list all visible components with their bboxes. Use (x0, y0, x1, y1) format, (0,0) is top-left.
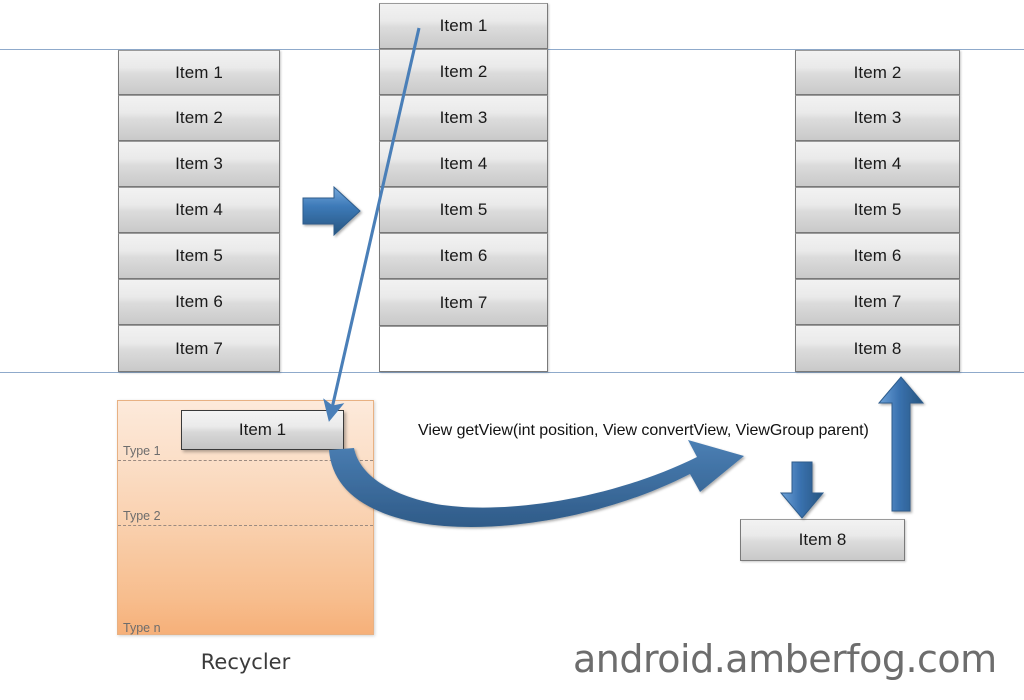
recycled-view-chip[interactable]: Item 1 (181, 410, 344, 450)
list-item[interactable]: Item 2 (118, 95, 280, 141)
list-item[interactable]: Item 2 (379, 49, 548, 95)
list-item[interactable]: Item 2 (795, 50, 960, 95)
list-item[interactable]: Item 7 (795, 279, 960, 325)
empty-list-slot[interactable] (379, 326, 548, 372)
recycler-type-label-2: Type 2 (123, 509, 161, 523)
list-item[interactable]: Item 5 (118, 233, 280, 279)
recycler-type-label-n: Type n (123, 621, 161, 635)
scroll-right-arrow-icon (302, 185, 361, 237)
getview-signature-label: View getView(int position, View convertV… (418, 422, 869, 439)
recycler-caption: Recycler (200, 650, 291, 674)
list-item[interactable]: Item 3 (118, 141, 280, 187)
recycler-type-divider (118, 525, 373, 526)
convertview-reuse-arrow-icon (329, 440, 744, 527)
recycler-type-label-1: Type 1 (123, 444, 161, 458)
site-watermark: android.amberfog.com (573, 637, 997, 681)
list-item[interactable]: Item 7 (118, 325, 280, 372)
list-item[interactable]: Item 5 (379, 187, 548, 233)
diagram-canvas: Item 1 Item 2 Item 3 Item 4 Item 5 Item … (0, 0, 1024, 700)
list-item[interactable]: Item 4 (118, 187, 280, 233)
list-item[interactable]: Item 1 (379, 3, 548, 49)
list-item[interactable]: Item 3 (795, 95, 960, 141)
list-item[interactable]: Item 4 (379, 141, 548, 187)
list-item[interactable]: Item 4 (795, 141, 960, 187)
viewport-bottom-guide-line (0, 372, 1024, 373)
list-item[interactable]: Item 3 (379, 95, 548, 141)
list-item[interactable]: Item 8 (795, 325, 960, 372)
attach-up-arrow-icon (877, 376, 925, 512)
list-item[interactable]: Item 7 (379, 279, 548, 326)
recycler-type-divider (118, 460, 373, 461)
list-item[interactable]: Item 5 (795, 187, 960, 233)
list-item[interactable]: Item 1 (118, 50, 280, 95)
getview-down-arrow-icon (779, 461, 825, 519)
new-view-box[interactable]: Item 8 (740, 519, 905, 561)
list-item[interactable]: Item 6 (118, 279, 280, 325)
list-item[interactable]: Item 6 (379, 233, 548, 279)
list-item[interactable]: Item 6 (795, 233, 960, 279)
